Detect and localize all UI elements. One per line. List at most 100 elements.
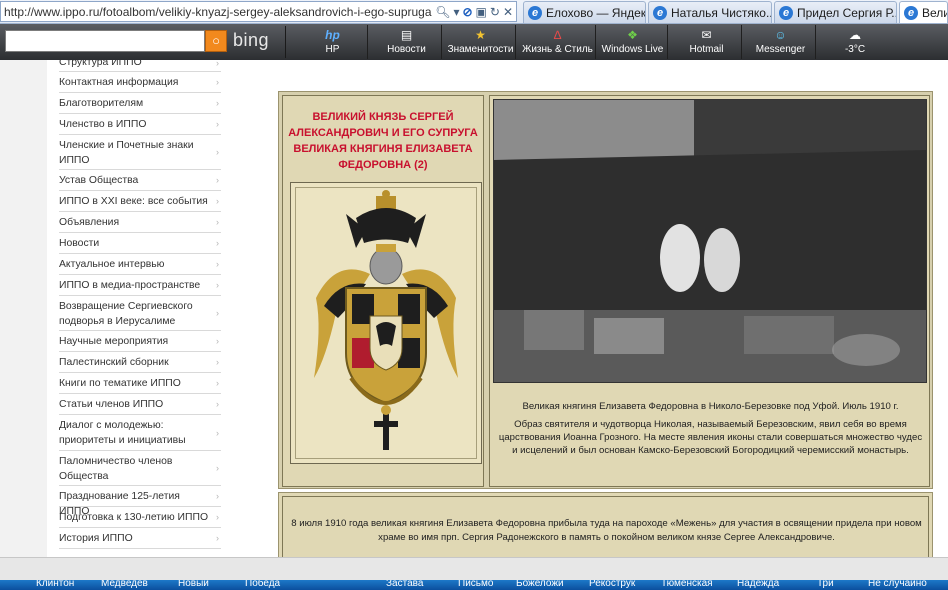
- toolbar-item-celebrities[interactable]: ★ Знаменитости: [446, 25, 516, 59]
- toolbar-item-lifestyle[interactable]: ∆ Жизнь & Стиль: [520, 25, 596, 59]
- sidebar-item-books[interactable]: Книги по тематике ИППО ›: [59, 373, 221, 394]
- taskbar-item[interactable]: Тюменская: [661, 580, 713, 589]
- chevron-right-icon: ›: [216, 77, 219, 87]
- toolbar-item-hotmail[interactable]: ✉ Hotmail: [672, 25, 742, 59]
- page-title: ВЕЛИКИЙ КНЯЗЬ СЕРГЕЙ АЛЕКСАНДРОВИЧ И ЕГО…: [288, 111, 478, 171]
- close-icon[interactable]: ✕: [503, 6, 513, 18]
- stop-icon[interactable]: ⊘: [462, 6, 472, 18]
- taskbar-item[interactable]: Победа: [245, 580, 280, 589]
- tab-velik-active[interactable]: e Велик: [899, 1, 948, 23]
- toolbar-item-weather[interactable]: ☁ -3°C: [820, 25, 890, 59]
- chevron-right-icon: ›: [216, 238, 219, 248]
- ie-icon: e: [904, 5, 918, 20]
- taskbar-item[interactable]: Три: [817, 580, 834, 589]
- coat-of-arms-icon: [314, 190, 458, 450]
- sidebar-item-articles[interactable]: Статьи членов ИППО ›: [59, 394, 221, 415]
- taskbar: Клинтон Медведев Новый Победа Застава Пи…: [0, 580, 948, 590]
- photo-panel: Великая княгиня Елизавета Федоровна в Ни…: [489, 95, 930, 487]
- photo-caption-title: Великая княгиня Елизавета Федоровна в Ни…: [522, 401, 899, 412]
- sidebar-menu: Структура ИППО › Контактная информация › Б…: [47, 60, 233, 560]
- sidebar-item-pilgrimage[interactable]: Паломничество членов Общества ›: [59, 451, 221, 486]
- chevron-right-icon: ›: [216, 357, 219, 367]
- chevron-right-icon: ›: [216, 280, 219, 290]
- star-icon: ★: [475, 28, 486, 42]
- taskbar-item[interactable]: Клинтон: [36, 580, 74, 589]
- album-frame: ВЕЛИКИЙ КНЯЗЬ СЕРГЕЙ АЛЕКСАНДРОВИЧ И ЕГО…: [278, 91, 933, 489]
- tab-label: Велик: [922, 5, 947, 20]
- sidebar-item-130-anniversary[interactable]: Подготовка к 130-летию ИППО ›: [59, 507, 221, 528]
- sidebar-item-palestine-collection[interactable]: Палестинский сборник ›: [59, 352, 221, 373]
- chevron-right-icon: ›: [216, 98, 219, 108]
- chevron-right-icon: ›: [216, 217, 219, 227]
- horizontal-scrollbar[interactable]: [0, 557, 948, 580]
- taskbar-item[interactable]: Божеложи: [516, 580, 564, 589]
- coat-of-arms-image[interactable]: [295, 187, 477, 459]
- sidebar-item-news[interactable]: Новости ›: [59, 233, 221, 254]
- tab-pridel[interactable]: e Придел Сергия Р...: [774, 1, 897, 23]
- toolbar-item-messenger[interactable]: ☺ Messenger: [746, 25, 816, 59]
- taskbar-item[interactable]: Медведев: [101, 580, 148, 589]
- sidebar-item-badges[interactable]: Членские и Почетные знаки ИППО ›: [59, 135, 221, 170]
- lifestyle-icon: ∆: [553, 28, 562, 42]
- browser-window: http://www.ippo.ru/fotoalbom/velikiy-kny…: [0, 0, 948, 590]
- sidebar-item-youth-dialogue[interactable]: Диалог с молодежью: приоритеты и инициат…: [59, 415, 221, 451]
- search-icon: ○: [212, 33, 220, 48]
- taskbar-item[interactable]: Надежда: [737, 580, 779, 589]
- sidebar-item-contacts[interactable]: Контактная информация ›: [59, 72, 221, 93]
- chevron-right-icon: ›: [216, 308, 219, 318]
- chevron-right-icon: ›: [216, 463, 219, 473]
- taskbar-item[interactable]: Застава: [386, 580, 423, 589]
- sidebar-item-21st-century[interactable]: ИППО в XXI веке: все события ›: [59, 191, 221, 212]
- chevron-right-icon: ›: [216, 119, 219, 129]
- main-content: ВЕЛИКИЙ КНЯЗЬ СЕРГЕЙ АЛЕКСАНДРОВИЧ И ЕГО…: [233, 60, 948, 580]
- sidebar-item-membership[interactable]: Членство в ИППО ›: [59, 114, 221, 135]
- description-text: 8 июля 1910 года великая княгиня Елизаве…: [291, 518, 922, 543]
- tab-label: Придел Сергия Р...: [797, 5, 897, 20]
- bing-logo: bing: [233, 30, 270, 50]
- chevron-right-icon: ›: [216, 427, 219, 438]
- sidebar-item-announcements[interactable]: Объявления ›: [59, 212, 221, 233]
- sidebar-item-donors[interactable]: Благотворителям ›: [59, 93, 221, 114]
- tab-elokhovo[interactable]: e Елохово — Яндек...: [523, 1, 646, 23]
- refresh-icon[interactable]: ↻: [490, 6, 500, 18]
- toolbar-item-windows-live[interactable]: ❖ Windows Live: [598, 25, 668, 59]
- taskbar-item[interactable]: Не случайно: [868, 580, 927, 589]
- dropdown-arrow-icon[interactable]: ▾: [453, 6, 459, 18]
- toolbar-item-hp[interactable]: hp HP: [298, 25, 368, 59]
- sidebar-item-125-anniversary[interactable]: Празднование 125-летия ИППО ›: [59, 486, 221, 517]
- sidebar-item-media[interactable]: ИППО в медиа-пространстве ›: [59, 275, 221, 296]
- sidebar-item-structure[interactable]: Структура ИППО ›: [59, 60, 221, 72]
- bing-toolbar: ○ bing hp HP ▤ Новости ★ Знаменитости ∆ …: [0, 24, 948, 60]
- news-icon: ▤: [400, 28, 413, 42]
- toolbar-item-news[interactable]: ▤ Новости: [372, 25, 442, 59]
- messenger-icon: ☺: [774, 28, 787, 42]
- taskbar-item[interactable]: Рекострук: [589, 580, 635, 589]
- group-photo-image: [494, 100, 926, 382]
- sidebar-item-history[interactable]: История ИППО ›: [59, 528, 221, 549]
- toolbar-divider: [285, 26, 286, 58]
- sidebar-item-sergius-compound[interactable]: Возвращение Сергиевского подворья в Иеру…: [59, 296, 221, 331]
- taskbar-item[interactable]: Новый: [178, 580, 209, 589]
- address-url[interactable]: http://www.ippo.ru/fotoalbom/velikiy-kny…: [4, 5, 432, 19]
- title-panel: ВЕЛИКИЙ КНЯЗЬ СЕРГЕЙ АЛЕКСАНДРОВИЧ И ЕГО…: [282, 95, 484, 487]
- address-bar[interactable]: http://www.ippo.ru/fotoalbom/velikiy-kny…: [0, 1, 517, 22]
- bing-search-button[interactable]: ○: [205, 30, 227, 52]
- ie-icon: e: [779, 5, 793, 20]
- bing-search-input[interactable]: [5, 30, 205, 52]
- hp-icon: hp: [325, 28, 340, 42]
- tab-label: Наталья Чистяко...: [671, 5, 772, 20]
- tab-natalya[interactable]: e Наталья Чистяко...: [648, 1, 772, 23]
- sidebar-item-science[interactable]: Научные мероприятия ›: [59, 331, 221, 352]
- taskbar-item[interactable]: Письмо: [458, 580, 493, 589]
- sidebar-item-charter[interactable]: Устав Общества ›: [59, 170, 221, 191]
- chevron-right-icon: ›: [216, 533, 219, 543]
- sidebar-item-interview[interactable]: Актуальное интервью ›: [59, 254, 221, 275]
- group-photo[interactable]: [493, 99, 927, 383]
- chevron-right-icon: ›: [216, 147, 219, 157]
- search-icon[interactable]: 🔍︎: [435, 6, 450, 18]
- photo-caption-body: Образ святителя и чудотворца Николая, на…: [498, 419, 923, 456]
- page-content: Структура ИППО › Контактная информация › Б…: [0, 60, 948, 580]
- chevron-right-icon: ›: [216, 512, 219, 522]
- compatibility-icon[interactable]: ▣: [476, 6, 487, 18]
- chevron-right-icon: ›: [216, 60, 219, 68]
